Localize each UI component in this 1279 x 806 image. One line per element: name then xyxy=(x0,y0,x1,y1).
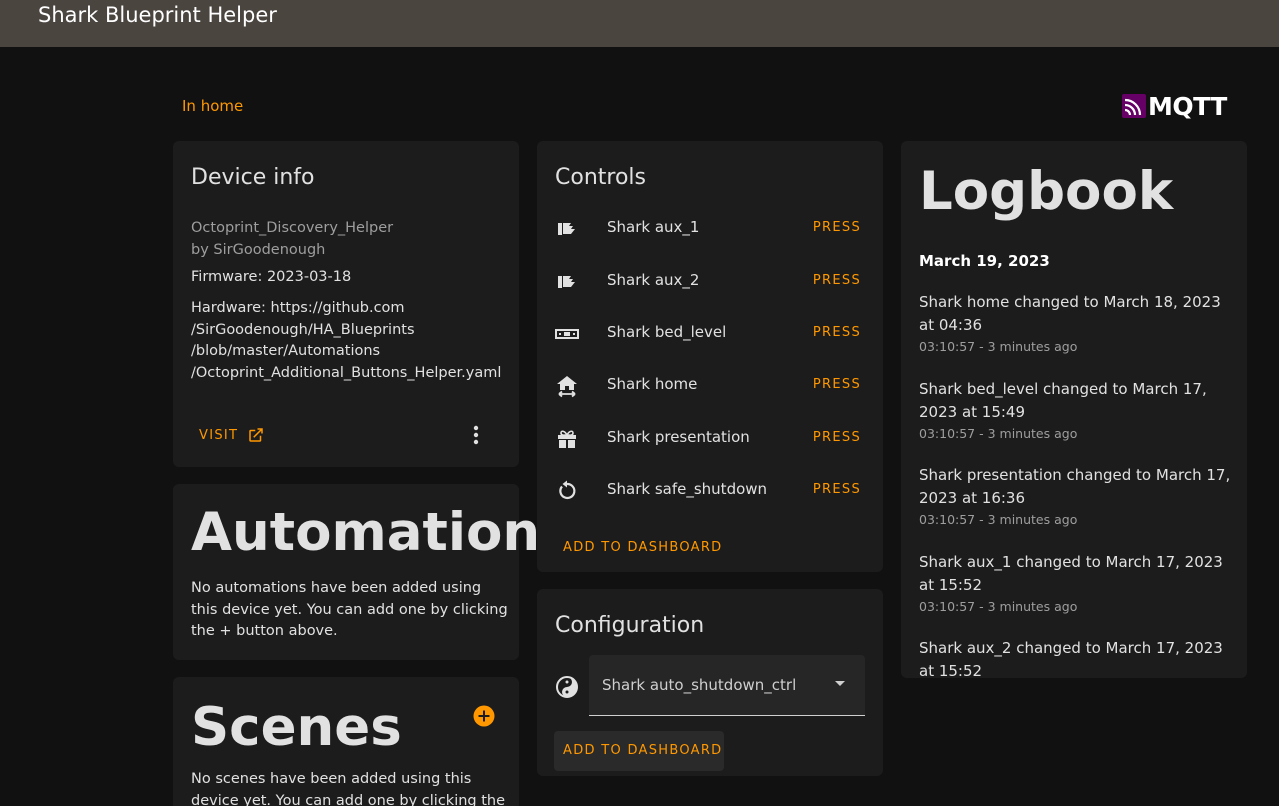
flag-icon xyxy=(558,223,575,235)
scenes-empty-text: No scenes have been added using this dev… xyxy=(191,771,506,806)
hardware-line: /Octoprint_Additional_Buttons_Helper.yam… xyxy=(191,364,502,381)
select-value: Shark auto_shutdown_ctrl xyxy=(602,676,797,694)
log-time: 03:10:57 - 3 minutes ago xyxy=(919,512,1078,527)
control-name: Shark home xyxy=(607,375,698,393)
log-time: 03:10:57 - 3 minutes ago xyxy=(919,426,1078,441)
press-button[interactable]: PRESS xyxy=(813,430,861,445)
level-icon xyxy=(555,329,579,339)
dots-vertical-icon[interactable] xyxy=(466,424,486,446)
control-name: Shark bed_level xyxy=(607,323,727,341)
control-name: Shark presentation xyxy=(607,428,750,446)
control-name: Shark aux_1 xyxy=(607,218,700,236)
press-button[interactable]: PRESS xyxy=(813,273,861,288)
log-time: 03:10:57 - 3 minutes ago xyxy=(919,339,1078,354)
visit-button[interactable]: VISIT xyxy=(199,426,265,444)
add-to-dashboard-button[interactable]: ADD TO DASHBOARD xyxy=(563,540,722,555)
control-row: Shark presentation PRESS xyxy=(537,419,883,459)
device-info-card: Device info Octoprint_Discovery_Helper b… xyxy=(173,141,519,467)
controls-title: Controls xyxy=(555,165,646,190)
home-arrows-icon xyxy=(557,376,577,398)
device-hardware: Hardware: https://github.com /SirGoodeno… xyxy=(191,298,501,384)
gift-icon xyxy=(558,430,576,448)
device-info-title: Device info xyxy=(191,165,315,190)
auto-shutdown-select[interactable]: Shark auto_shutdown_ctrl xyxy=(589,655,865,716)
device-model-name: Octoprint_Discovery_Helper xyxy=(191,220,394,236)
yin-yang-icon xyxy=(556,676,578,698)
control-name: Shark safe_shutdown xyxy=(607,480,768,498)
log-message: Shark aux_1 changed to March 17, 2023 at… xyxy=(919,553,1223,594)
log-entry[interactable]: Shark presentation changed to March 17, … xyxy=(919,464,1235,527)
scenes-card: Scenes No scenes have been added using t… xyxy=(173,677,519,806)
log-message: Shark home changed to March 18, 2023 at … xyxy=(919,293,1221,334)
control-row: Shark aux_1 PRESS xyxy=(537,209,883,249)
mqtt-logo: MQTT xyxy=(1122,91,1242,121)
mqtt-logo-icon xyxy=(1122,94,1146,118)
log-message: Shark bed_level changed to March 17, 202… xyxy=(919,380,1207,421)
control-row: Shark bed_level PRESS xyxy=(537,314,883,354)
log-entry[interactable]: Shark aux_1 changed to March 17, 2023 at… xyxy=(919,551,1235,614)
area-link[interactable]: In home xyxy=(182,97,243,115)
add-to-dashboard-label: ADD TO DASHBOARD xyxy=(563,743,723,758)
logbook-card: Logbook March 19, 2023 Shark home change… xyxy=(901,141,1247,678)
control-row: Shark aux_2 PRESS xyxy=(537,262,883,302)
hardware-line: Hardware: https://github.com xyxy=(191,300,405,316)
control-row: Shark home PRESS xyxy=(537,366,883,406)
press-button[interactable]: PRESS xyxy=(813,377,861,392)
configuration-title: Configuration xyxy=(555,613,705,638)
chevron-down-icon xyxy=(835,681,845,686)
scenes-title: Scenes xyxy=(191,697,402,758)
visit-label: VISIT xyxy=(199,427,239,443)
logbook-date: March 19, 2023 xyxy=(919,252,1050,270)
automations-empty-text: No automations have been added using thi… xyxy=(191,580,508,639)
device-firmware: Firmware: 2023-03-18 xyxy=(191,269,352,285)
log-message: Shark presentation changed to March 17, … xyxy=(919,466,1231,507)
press-button[interactable]: PRESS xyxy=(813,482,861,497)
hardware-line: /blob/master/Automations xyxy=(191,343,381,359)
top-app-bar: Shark Blueprint Helper xyxy=(0,0,1279,47)
device-manufacturer: by SirGoodenough xyxy=(191,242,326,258)
logbook-title: Logbook xyxy=(919,161,1174,222)
control-row: Shark safe_shutdown PRESS xyxy=(537,471,883,511)
press-button[interactable]: PRESS xyxy=(813,325,861,340)
flag-icon xyxy=(558,276,575,288)
press-button[interactable]: PRESS xyxy=(813,220,861,235)
control-name: Shark aux_2 xyxy=(607,271,700,289)
mqtt-logo-text: MQTT xyxy=(1148,91,1227,121)
automations-card: Automations No automations have been add… xyxy=(173,484,572,660)
open-in-new-icon xyxy=(249,428,264,442)
configuration-card: Configuration Shark auto_shutdown_ctrl A… xyxy=(537,589,883,776)
log-entry[interactable]: Shark home changed to March 18, 2023 at … xyxy=(919,291,1235,354)
plus-circle-icon[interactable] xyxy=(473,705,495,727)
add-to-dashboard-button[interactable]: ADD TO DASHBOARD xyxy=(554,731,724,771)
log-entry[interactable]: Shark aux_2 changed to March 17, 2023 at… xyxy=(919,637,1235,678)
device-model: Octoprint_Discovery_Helper by SirGoodeno… xyxy=(191,217,393,261)
restart-icon xyxy=(559,480,576,500)
automations-title: Automations xyxy=(191,502,572,563)
hardware-line: /SirGoodenough/HA_Blueprints xyxy=(191,321,415,338)
log-time: 03:10:57 - 3 minutes ago xyxy=(919,599,1078,614)
log-entry[interactable]: Shark bed_level changed to March 17, 202… xyxy=(919,378,1235,441)
log-message: Shark aux_2 changed to March 17, 2023 at… xyxy=(919,639,1223,678)
controls-card: Controls Shark aux_1 PRESS Shark aux_2 P… xyxy=(537,141,883,572)
page-title: Shark Blueprint Helper xyxy=(38,3,277,27)
